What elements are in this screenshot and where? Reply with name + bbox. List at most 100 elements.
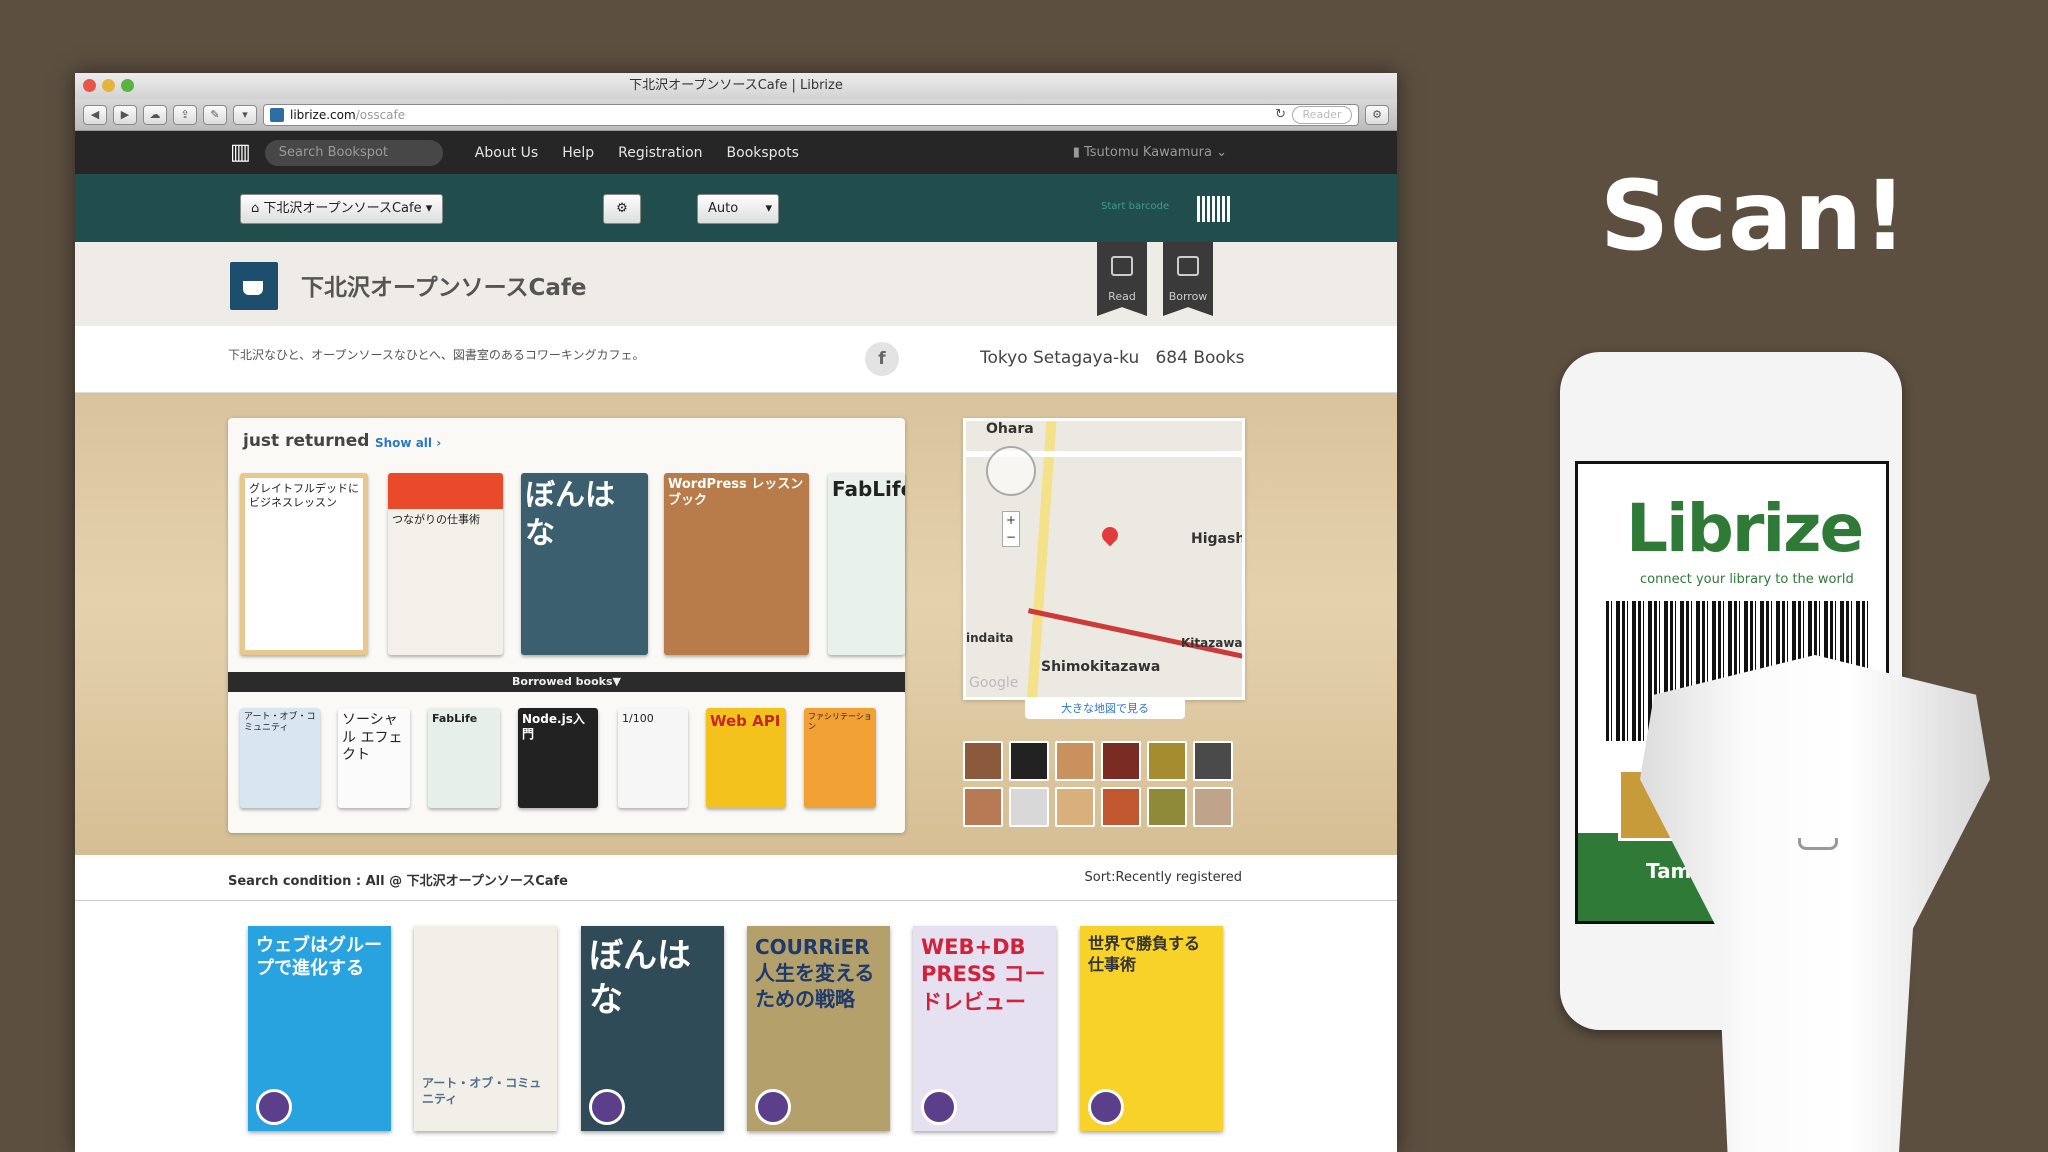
bookspot-select[interactable]: ⌂ 下北沢オープンソースCafe ▾: [240, 194, 444, 224]
avatar[interactable]: [1101, 741, 1141, 781]
tools-icon[interactable]: ✎: [203, 104, 227, 125]
returned-book[interactable]: つながりの仕事術: [388, 473, 503, 655]
share-icon[interactable]: ⇪: [173, 104, 197, 125]
map-label-shimokitazawa: Shimokitazawa: [1041, 659, 1161, 675]
gift-badge-icon: [589, 1089, 625, 1125]
avatar[interactable]: [1101, 787, 1141, 827]
pocket-icon[interactable]: ▾: [233, 104, 257, 125]
avatar[interactable]: [1009, 741, 1049, 781]
bookspot-search-input[interactable]: Search Bookspot: [264, 139, 443, 166]
borrowed-book[interactable]: 1/100: [618, 708, 688, 808]
returned-book[interactable]: FabLife: [828, 473, 905, 655]
library-description: 下北沢なひと、オープンソースなひとへ、図書室のあるコワーキングカフェ。: [228, 348, 645, 362]
window-titlebar: 下北沢オープンソースCafe | Librize: [75, 73, 1397, 99]
facebook-icon[interactable]: f: [865, 342, 899, 376]
map-zoom-control[interactable]: + −: [1002, 511, 1020, 547]
avatar[interactable]: [963, 741, 1003, 781]
minimize-window-button[interactable]: [102, 79, 115, 92]
librize-logo: Librize: [1626, 490, 1864, 567]
read-ribbon-button[interactable]: Read: [1097, 242, 1147, 316]
avatar[interactable]: [963, 787, 1003, 827]
location-map[interactable]: + − Ohara Higash Kitazawa Shimokitazawa i…: [963, 418, 1245, 700]
settings-gear-icon[interactable]: ⚙: [1365, 104, 1389, 125]
avatar[interactable]: [1055, 787, 1095, 827]
borrow-ribbon-button[interactable]: Borrow: [1163, 242, 1213, 316]
just-returned-panel: just returned Show all › グレイトフルデッドにビジネスレ…: [228, 418, 905, 833]
start-scan-link[interactable]: Start barcode: [1101, 201, 1169, 212]
reader-button[interactable]: Reader: [1292, 105, 1352, 124]
map-label-ohara: Ohara: [986, 421, 1034, 437]
returned-book[interactable]: ぼんはな: [521, 473, 648, 655]
cloud-icon[interactable]: ☁: [143, 104, 167, 125]
library-info-bar: 下北沢なひと、オープンソースなひとへ、図書室のあるコワーキングカフェ。 f To…: [75, 326, 1397, 393]
window-controls: [83, 79, 134, 92]
map-label-higash: Higash: [1191, 531, 1245, 547]
nav-help[interactable]: Help: [562, 145, 594, 161]
reload-icon[interactable]: ↻: [1275, 107, 1286, 122]
book-title: ウェブはグループで進化する: [256, 935, 382, 980]
borrowed-books-bar[interactable]: Borrowed books▼: [228, 672, 905, 692]
show-all-link[interactable]: Show all ›: [375, 436, 441, 450]
avatar[interactable]: [1055, 741, 1095, 781]
google-logo: Google: [969, 675, 1019, 691]
nav-bookspots[interactable]: Bookspots: [727, 145, 799, 161]
library-title: 下北沢オープンソースCafe: [301, 275, 587, 301]
search-condition-bar: Search condition : All @ 下北沢オープンソースCafe …: [75, 855, 1397, 901]
site-favicon: [270, 107, 284, 122]
zoom-window-button[interactable]: [121, 79, 134, 92]
mode-select-label: Auto: [708, 201, 739, 216]
avatar[interactable]: [1147, 787, 1187, 827]
avatar[interactable]: [1009, 787, 1049, 827]
borrowed-book[interactable]: Web API: [706, 708, 786, 808]
sort-selector[interactable]: Sort:Recently registered: [1085, 870, 1243, 885]
avatar[interactable]: [1193, 741, 1233, 781]
show-all-label: Show all: [375, 436, 433, 450]
map-pan-control[interactable]: [986, 446, 1036, 496]
browser-window: 下北沢オープンソースCafe | Librize ◀ ▶ ☁ ⇪ ✎ ▾ lib…: [75, 73, 1397, 1152]
borrowed-book[interactable]: ソーシャル エフェクト: [338, 708, 410, 808]
book-cover[interactable]: 世界で勝負する仕事術: [1080, 926, 1223, 1131]
book-cover[interactable]: ぼんはな: [581, 926, 724, 1131]
book-cover[interactable]: アート・オブ・コミュニティ: [414, 926, 557, 1131]
close-window-button[interactable]: [83, 79, 96, 92]
book-title: COURRiER 人生を変えるための戦略: [755, 935, 875, 1011]
large-map-link[interactable]: 大きな地図で見る: [1025, 699, 1185, 719]
borrow-label: Borrow: [1168, 290, 1208, 303]
address-bar[interactable]: librize.com/osscafe ↻ Reader: [263, 103, 1359, 126]
nav-about-us[interactable]: About Us: [475, 145, 538, 161]
nav-registration[interactable]: Registration: [618, 145, 702, 161]
just-returned-heading: just returned: [243, 431, 370, 451]
forward-button[interactable]: ▶: [113, 104, 137, 125]
barcode-icon[interactable]: [1197, 196, 1231, 222]
borrowed-book[interactable]: Node.js入門: [518, 708, 598, 808]
book-cover[interactable]: ウェブはグループで進化する: [248, 926, 391, 1131]
book-cover[interactable]: WEB+DB PRESS コードレビュー: [913, 926, 1056, 1131]
borrowed-book[interactable]: FabLife: [428, 708, 500, 808]
user-icon: ▮: [1072, 145, 1084, 160]
gift-badge-icon: [755, 1089, 791, 1125]
search-condition: Search condition : All @ 下北沢オープンソースCafe: [228, 874, 568, 889]
librize-books-icon[interactable]: ▥: [230, 140, 251, 165]
home-icon: ⌂: [251, 201, 264, 216]
avatar[interactable]: [1147, 741, 1187, 781]
caret-down-icon: ▾: [765, 201, 772, 216]
bookspot-select-label: 下北沢オープンソースCafe: [263, 201, 422, 216]
user-menu[interactable]: ▮ Tsutomu Kawamura ⌄: [1073, 145, 1227, 160]
nav-links: About Us Help Registration Bookspots: [475, 145, 799, 161]
borrowed-book[interactable]: アート・オブ・コミュニティ: [240, 708, 320, 808]
spot-toolbar: ⌂ 下北沢オープンソースCafe ▾ ⚙ Auto ▾ Start barcod…: [75, 174, 1397, 242]
returned-book[interactable]: WordPress レッスンブック: [664, 473, 809, 655]
returned-book[interactable]: グレイトフルデッドにビジネスレッスン: [240, 473, 368, 655]
book-cover[interactable]: COURRiER 人生を変えるための戦略: [747, 926, 890, 1131]
gift-badge-icon: [921, 1089, 957, 1125]
borrowed-book[interactable]: ファシリテーション: [804, 708, 876, 808]
librize-tagline: connect your library to the world: [1640, 572, 1854, 587]
avatar[interactable]: [1193, 787, 1233, 827]
map-pin-icon[interactable]: [1098, 523, 1122, 547]
hand-book-icon: [1177, 256, 1199, 276]
mode-select[interactable]: Auto ▾: [697, 194, 779, 224]
back-button[interactable]: ◀: [83, 104, 107, 125]
gear-icon[interactable]: ⚙: [603, 194, 641, 224]
scanner-indicator: [1798, 838, 1838, 850]
gift-badge-icon: [1088, 1089, 1124, 1125]
